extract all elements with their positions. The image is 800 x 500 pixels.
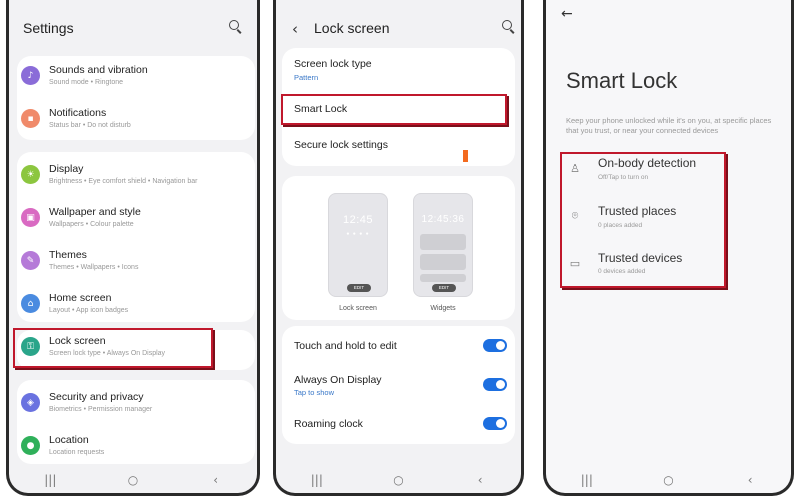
preview-label: Lock screen	[339, 305, 377, 312]
settings-item-home-screen[interactable]: ⌂ Home screen Layout • App icon badges	[19, 288, 247, 328]
sun-icon: ☀	[21, 165, 40, 184]
roaming-clock-item: Roaming clock	[294, 418, 363, 430]
settings-item-notifications[interactable]: ▪ Notifications Status bar • Do not dist…	[19, 103, 247, 143]
lock-screen-settings-screen: ‹ Lock screen Screen lock type Pattern S…	[273, 0, 524, 496]
lock-screen-preview[interactable]: 12:45 ● ● ● ● EDIT	[328, 193, 388, 297]
back-icon[interactable]: ‹	[735, 473, 765, 487]
recents-icon[interactable]: |||	[302, 473, 332, 487]
touch-hold-edit-item: Touch and hold to edit	[294, 340, 397, 352]
settings-item-label: Sounds and vibration	[49, 64, 148, 76]
preview-label: Widgets	[430, 305, 456, 312]
search-icon[interactable]	[229, 20, 243, 34]
bell-icon: ▪	[21, 109, 40, 128]
always-on-display-toggle[interactable]	[483, 378, 507, 391]
roaming-clock-toggle[interactable]	[483, 417, 507, 430]
preview-time: 12:45	[342, 214, 374, 226]
settings-item-sublabel: Themes • Wallpapers • Icons	[49, 264, 139, 271]
system-nav-bar: ||| ○ ‹	[9, 467, 257, 493]
settings-item-security[interactable]: ◈ Security and privacy Biometrics • Perm…	[19, 387, 247, 427]
preview-dots: ● ● ● ●	[346, 231, 370, 237]
settings-item-themes[interactable]: ✎ Themes Themes • Wallpapers • Icons	[19, 245, 247, 285]
smart-lock-screen: ← Smart Lock Keep your phone unlocked wh…	[543, 0, 794, 496]
search-icon[interactable]	[502, 20, 516, 34]
highlight-box-smart-lock-options	[560, 152, 726, 288]
edit-button[interactable]: EDIT	[432, 284, 456, 292]
settings-item-location[interactable]: ● Location Location requests	[19, 430, 247, 470]
highlight-box-smart-lock	[281, 94, 507, 125]
smart-lock-description: Keep your phone unlocked while it's on y…	[566, 116, 772, 135]
system-nav-bar: ||| ○ ‹	[276, 467, 521, 493]
image-icon: ▣	[21, 208, 40, 227]
settings-item-sublabel: Biometrics • Permission manager	[49, 406, 153, 413]
settings-item-label: Location	[49, 434, 89, 446]
settings-item-label: Display	[49, 163, 84, 175]
page-title: Lock screen	[314, 20, 390, 36]
speaker-icon: ♪	[21, 66, 40, 85]
settings-item-label: Wallpaper and style	[49, 206, 141, 218]
settings-item-wallpaper[interactable]: ▣ Wallpaper and style Wallpapers • Colou…	[19, 202, 247, 242]
brush-icon: ✎	[21, 251, 40, 270]
back-arrow-icon[interactable]: ←	[561, 6, 573, 22]
settings-item-sublabel: Sound mode • Ringtone	[49, 79, 124, 86]
highlight-box-lock-screen	[13, 328, 213, 368]
recents-icon[interactable]: |||	[572, 473, 602, 487]
back-icon[interactable]: ‹	[465, 473, 495, 487]
settings-item-label: Home screen	[49, 292, 112, 304]
preview-card	[282, 176, 515, 320]
always-on-display-sub: Tap to show	[294, 388, 335, 397]
page-title: Smart Lock	[566, 68, 678, 93]
settings-item-sublabel: Wallpapers • Colour palette	[49, 221, 134, 228]
settings-item-sublabel: Status bar • Do not disturb	[49, 122, 131, 129]
secure-lock-settings-item[interactable]: Secure lock settings	[294, 139, 388, 151]
settings-screen: Settings ♪ Sounds and vibration Sound mo…	[6, 0, 260, 496]
edit-button[interactable]: EDIT	[347, 284, 371, 292]
settings-item-sublabel: Layout • App icon badges	[49, 307, 129, 314]
screen-lock-type-value: Pattern	[294, 73, 319, 82]
back-icon[interactable]: ‹	[201, 473, 231, 487]
back-arrow-icon[interactable]: ‹	[292, 20, 298, 38]
cursor-marker	[463, 150, 468, 162]
widget-placeholder	[420, 234, 466, 250]
shield-icon: ◈	[21, 393, 40, 412]
settings-item-label: Themes	[49, 249, 87, 261]
settings-item-display[interactable]: ☀ Display Brightness • Eye comfort shiel…	[19, 159, 247, 199]
widget-placeholder	[420, 254, 466, 270]
settings-item-sublabel: Location requests	[49, 449, 105, 456]
location-pin-icon: ●	[21, 436, 40, 455]
home-icon[interactable]: ○	[118, 473, 148, 487]
always-on-display-item: Always On Display	[294, 374, 382, 386]
recents-icon[interactable]: |||	[35, 473, 65, 487]
screen-lock-type-item[interactable]: Screen lock type	[294, 58, 372, 70]
settings-item-label: Security and privacy	[49, 391, 144, 403]
home-icon: ⌂	[21, 294, 40, 313]
home-icon[interactable]: ○	[653, 473, 683, 487]
settings-item-sounds[interactable]: ♪ Sounds and vibration Sound mode • Ring…	[19, 60, 247, 100]
page-title: Settings	[23, 20, 74, 36]
preview-time: 12:45:36	[421, 214, 465, 225]
widget-placeholder	[420, 274, 466, 282]
settings-item-sublabel: Brightness • Eye comfort shield • Naviga…	[49, 178, 198, 185]
system-nav-bar: ||| ○ ‹	[546, 467, 791, 493]
widgets-preview[interactable]: 12:45:36 EDIT	[413, 193, 473, 297]
home-icon[interactable]: ○	[383, 473, 413, 487]
touch-hold-toggle[interactable]	[483, 339, 507, 352]
settings-item-label: Notifications	[49, 107, 107, 119]
